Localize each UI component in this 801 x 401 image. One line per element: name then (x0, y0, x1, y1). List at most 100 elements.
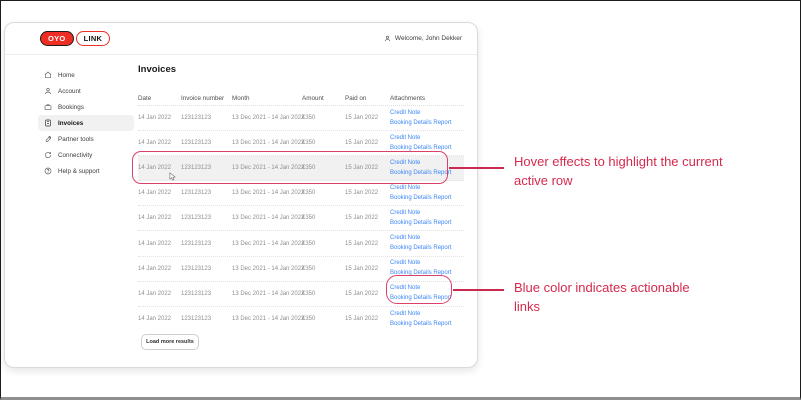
user-welcome[interactable]: Welcome, John Dekker (384, 35, 462, 42)
sidebar-item-bookings[interactable]: Bookings (38, 99, 134, 115)
hover-annotation-note-line: active row (514, 171, 723, 190)
credit-note-link[interactable]: Credit Note (390, 160, 464, 167)
table-row[interactable]: 14 Jan 202212312312313 Dec 2021 - 14 Jan… (138, 257, 464, 282)
cell-date: 14 Jan 2022 (138, 316, 181, 322)
app-window: OYO LINK Welcome, John Dekker Home Accou… (4, 22, 478, 368)
sidebar-item-label: Partner tools (58, 136, 94, 143)
credit-note-link[interactable]: Credit Note (390, 260, 464, 267)
table-row[interactable]: 14 Jan 202212312312313 Dec 2021 - 14 Jan… (138, 231, 464, 256)
cell-attachments: Credit Note Booking Details Report (390, 257, 464, 281)
sidebar-item-label: Account (58, 88, 81, 95)
credit-note-link[interactable]: Credit Note (390, 110, 464, 117)
cell-month: 13 Dec 2021 - 14 Jan 2022 (232, 241, 302, 247)
sync-icon (44, 151, 52, 159)
sidebar-item-partner-tools[interactable]: Partner tools (38, 131, 134, 147)
user-icon (384, 35, 391, 42)
sidebar-item-label: Invoices (58, 120, 83, 127)
table-row[interactable]: 14 Jan 202212312312313 Dec 2021 - 14 Jan… (138, 307, 464, 332)
table-row[interactable]: 14 Jan 202212312312313 Dec 2021 - 14 Jan… (138, 131, 464, 156)
column-header-attachments: Attachments (390, 95, 464, 102)
invoice-document-icon (44, 119, 52, 127)
booking-details-report-link[interactable]: Booking Details Report (390, 295, 464, 302)
credit-note-link[interactable]: Credit Note (390, 311, 464, 318)
links-annotation-note-line: Blue color indicates actionable (514, 278, 690, 297)
table-row[interactable]: 14 Jan 202212312312313 Dec 2021 - 14 Jan… (138, 106, 464, 131)
cell-attachments: Credit Note Booking Details Report (390, 231, 464, 255)
cell-date: 14 Jan 2022 (138, 241, 181, 247)
sidebar-item-account[interactable]: Account (38, 83, 134, 99)
sidebar-item-help-support[interactable]: Help & support (38, 163, 134, 179)
sidebar-item-label: Help & support (58, 168, 100, 175)
page-title: Invoices (138, 64, 176, 75)
booking-details-report-link[interactable]: Booking Details Report (390, 321, 464, 328)
hover-annotation-note: Hover effects to highlight the current a… (514, 152, 723, 190)
cell-invoice-number: 123123123 (181, 140, 232, 146)
booking-details-report-link[interactable]: Booking Details Report (390, 145, 464, 152)
cell-invoice-number: 123123123 (181, 215, 232, 221)
cell-date: 14 Jan 2022 (138, 190, 181, 196)
cell-paid-on: 15 Jan 2022 (345, 241, 390, 247)
cell-paid-on: 15 Jan 2022 (345, 291, 390, 297)
booking-details-report-link[interactable]: Booking Details Report (390, 195, 464, 202)
question-circle-icon (44, 167, 52, 175)
cell-month: 13 Dec 2021 - 14 Jan 2022 (232, 115, 302, 121)
oyo-logo-badge: OYO (40, 31, 74, 47)
cell-invoice-number: 123123123 (181, 316, 232, 322)
column-header-date: Date (138, 95, 181, 102)
oyo-link-logo: OYO LINK (40, 31, 110, 47)
cell-paid-on: 15 Jan 2022 (345, 140, 390, 146)
booking-details-report-link[interactable]: Booking Details Report (390, 120, 464, 127)
cell-attachments: Credit Note Booking Details Report (390, 181, 464, 205)
welcome-text: Welcome, John Dekker (395, 35, 462, 42)
credit-note-link[interactable]: Credit Note (390, 185, 464, 192)
cell-paid-on: 15 Jan 2022 (345, 165, 390, 171)
cell-invoice-number: 123123123 (181, 291, 232, 297)
cell-amount: €350 (302, 291, 345, 297)
cell-attachments: Credit Note Booking Details Report (390, 282, 464, 306)
cell-paid-on: 15 Jan 2022 (345, 115, 390, 121)
links-annotation-note: Blue color indicates actionable links (514, 278, 690, 316)
sidebar-item-invoices[interactable]: Invoices (38, 115, 134, 131)
cell-attachments: Credit Note Booking Details Report (390, 106, 464, 130)
cell-invoice-number: 123123123 (181, 241, 232, 247)
table-row[interactable]: 14 Jan 202212312312313 Dec 2021 - 14 Jan… (138, 206, 464, 231)
booking-details-report-link[interactable]: Booking Details Report (390, 245, 464, 252)
cell-invoice-number: 123123123 (181, 115, 232, 121)
cell-attachments: Credit Note Booking Details Report (390, 156, 464, 180)
booking-details-report-link[interactable]: Booking Details Report (390, 170, 464, 177)
cell-amount: €350 (302, 316, 345, 322)
booking-details-report-link[interactable]: Booking Details Report (390, 270, 464, 277)
cell-date: 14 Jan 2022 (138, 291, 181, 297)
sidebar-item-label: Bookings (58, 104, 84, 111)
wrench-icon (44, 135, 52, 143)
screenshot-frame: OYO LINK Welcome, John Dekker Home Accou… (0, 0, 801, 400)
cell-amount: €350 (302, 140, 345, 146)
link-logo-badge: LINK (76, 31, 111, 47)
credit-note-link[interactable]: Credit Note (390, 285, 464, 292)
cell-amount: €350 (302, 215, 345, 221)
table-row[interactable]: 14 Jan 202212312312313 Dec 2021 - 14 Jan… (138, 181, 464, 206)
cell-amount: €350 (302, 165, 345, 171)
column-header-invoice-number: Invoice number (181, 95, 232, 102)
sidebar-item-connectivity[interactable]: Connectivity (38, 147, 134, 163)
cell-attachments: Credit Note Booking Details Report (390, 307, 464, 332)
table-header-row: Date Invoice number Month Amount Paid on… (138, 91, 464, 106)
cell-date: 14 Jan 2022 (138, 215, 181, 221)
cell-date: 14 Jan 2022 (138, 266, 181, 272)
column-header-month: Month (232, 95, 302, 102)
hover-annotation-note-line: Hover effects to highlight the current (514, 152, 723, 171)
cell-month: 13 Dec 2021 - 14 Jan 2022 (232, 165, 302, 171)
credit-note-link[interactable]: Credit Note (390, 235, 464, 242)
credit-note-link[interactable]: Credit Note (390, 210, 464, 217)
home-icon (44, 71, 52, 79)
cell-amount: €350 (302, 190, 345, 196)
sidebar-item-home[interactable]: Home (38, 67, 134, 83)
table-row[interactable]: 14 Jan 202212312312313 Dec 2021 - 14 Jan… (138, 282, 464, 307)
table-row[interactable]: 14 Jan 202212312312313 Dec 2021 - 14 Jan… (138, 156, 464, 181)
cell-invoice-number: 123123123 (181, 165, 232, 171)
booking-details-report-link[interactable]: Booking Details Report (390, 220, 464, 227)
load-more-results-button[interactable]: Load more results (141, 334, 199, 350)
credit-note-link[interactable]: Credit Note (390, 135, 464, 142)
cell-paid-on: 15 Jan 2022 (345, 215, 390, 221)
cell-amount: €350 (302, 266, 345, 272)
